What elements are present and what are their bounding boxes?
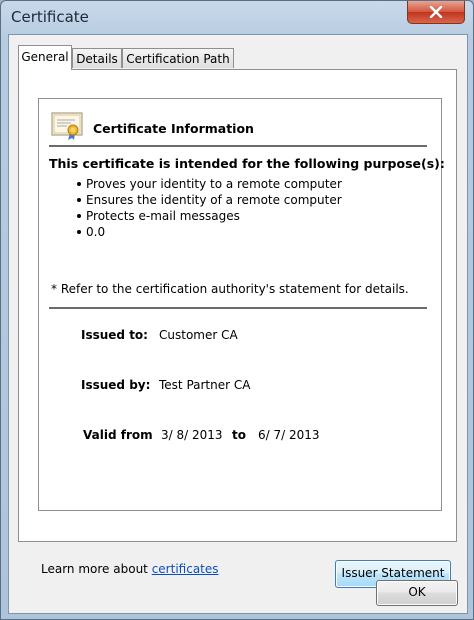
refer-note: * Refer to the certification authority's… [51,282,409,296]
issued-to-value: Customer CA [159,328,238,342]
close-icon [429,6,443,18]
header-divider [49,145,427,147]
certificate-info-box: Certificate Information This certificate… [38,98,445,511]
issued-by-label: Issued by: [81,378,151,392]
learn-more: Learn more about certificates [41,562,219,576]
issued-to-label: Issued to: [81,328,148,342]
ok-button[interactable]: OK [376,580,458,606]
purpose-item: Ensures the identity of a remote compute… [77,192,342,208]
valid-to-value: 6/ 7/ 2013 [258,428,320,442]
issued-by-value: Test Partner CA [159,378,251,392]
purpose-list: Proves your identity to a remote compute… [77,176,342,240]
window-title: Certificate [11,8,89,26]
learn-more-text: Learn more about [41,562,152,576]
dialog-body: General Details Certification Path Certi… [8,34,468,614]
tab-details[interactable]: Details [72,48,122,68]
tab-general[interactable]: General [18,45,72,70]
title-bar[interactable]: Certificate [1,1,473,35]
purpose-item: Protects e-mail messages [77,208,342,224]
certificate-icon [51,112,83,140]
valid-from-label: Valid from [83,428,153,442]
tab-certification-path[interactable]: Certification Path [122,48,234,68]
purpose-item: Proves your identity to a remote compute… [77,176,342,192]
purpose-heading: This certificate is intended for the fol… [49,156,445,171]
details-divider [49,307,427,309]
valid-to-label: to [232,428,246,442]
purpose-item: 0.0 [77,224,342,240]
info-title: Certificate Information [93,121,254,136]
certificates-link[interactable]: certificates [152,562,219,576]
valid-from-value: 3/ 8/ 2013 [161,428,223,442]
general-tab-panel: Certificate Information This certificate… [18,69,457,588]
certificate-window: Certificate General Details Certificatio… [0,0,474,620]
close-button[interactable] [407,1,465,24]
